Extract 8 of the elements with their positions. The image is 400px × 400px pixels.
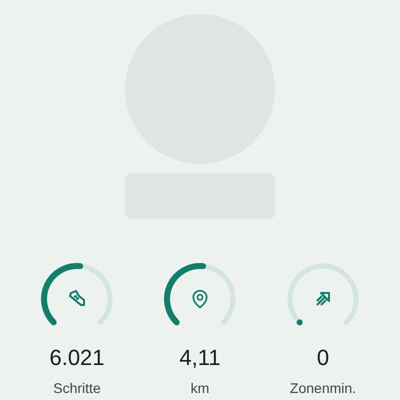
- shoe-icon: [67, 289, 87, 309]
- metric-label: Zonenmin.: [290, 379, 356, 398]
- location-pin-icon: [190, 289, 210, 309]
- metric-value: 0: [316, 344, 330, 372]
- metric-label: km: [190, 379, 210, 398]
- metric-label: Schritte: [53, 379, 101, 398]
- metric-value: 4,11: [179, 344, 221, 372]
- metric-value: 6.021: [49, 344, 105, 372]
